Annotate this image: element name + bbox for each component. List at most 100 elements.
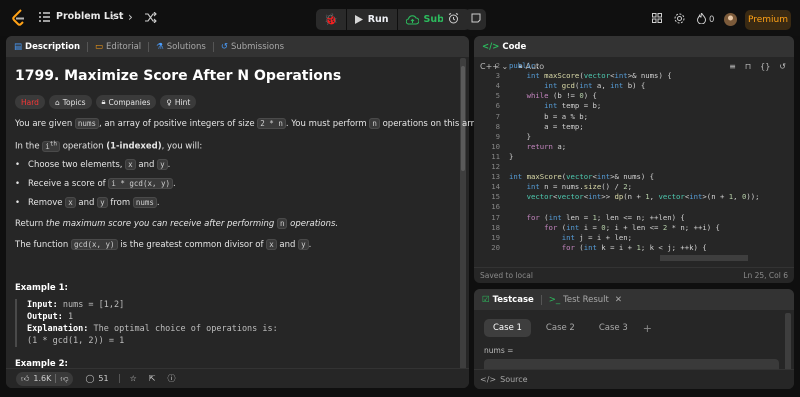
bold-text: (1-indexed) (106, 141, 162, 152)
code-line: while (b != 0) { (526, 91, 597, 101)
lightbulb-icon: ♀ (166, 97, 172, 107)
text: and (75, 198, 98, 208)
cursor-position: Ln 25, Col 6 (743, 271, 788, 280)
nums-input[interactable] (484, 359, 779, 369)
example-1-block: Input: nums = [1,2] Output: 1 Explanatio… (15, 299, 445, 348)
previous-problem-icon[interactable]: ‹ (110, 10, 115, 24)
thumbs-up-icon: 👍︎ (21, 373, 30, 383)
star-icon[interactable]: ☆ (130, 374, 137, 383)
source-bar[interactable]: </> Source (474, 369, 794, 389)
text: from (107, 198, 133, 208)
line-number: 6 (495, 101, 500, 111)
editor-status-bar: Saved to local Ln 25, Col 6 (474, 267, 794, 283)
line-number: 13 (491, 172, 500, 182)
tab-description[interactable]: ▤ Description (14, 42, 80, 52)
run-button[interactable]: Run (347, 9, 397, 30)
settings-icon[interactable] (674, 13, 685, 24)
tag-icon: ⌂ (54, 97, 60, 107)
description-tabs: ▤ Description ▭ Editorial ⚗ Solutions ↺ Subm… (6, 36, 469, 57)
case-2-button[interactable]: Case 2 (537, 319, 584, 337)
intro-paragraph: You are given nums, an array of positive… (15, 118, 486, 129)
inline-code: ith (42, 140, 60, 152)
inline-code: y (298, 239, 309, 250)
code-line: int maxScore(vector<int>& nums) { (509, 172, 655, 182)
document-icon: ▤ (14, 41, 23, 52)
inline-code: x (125, 159, 136, 170)
inline-code: x (266, 239, 277, 250)
topics-tag[interactable]: ⌂ Topics (48, 95, 92, 109)
tab-solutions[interactable]: ⚗ Solutions (156, 42, 206, 52)
line-number: 9 (495, 131, 500, 141)
comment-button[interactable]: ◯ 51 (85, 374, 108, 383)
line-number: 8 (495, 121, 500, 131)
next-problem-icon[interactable]: › (128, 10, 133, 24)
inline-code: 2 * n (257, 118, 286, 129)
premium-button[interactable]: Premium (745, 10, 791, 30)
text: Remove (28, 198, 66, 208)
example-explanation: Explanation: The optimal choice of opera… (27, 323, 445, 335)
line-number: 10 (491, 141, 500, 151)
divider (148, 41, 150, 52)
variable-label: nums = (484, 346, 514, 355)
horizontal-scrollbar[interactable] (660, 255, 748, 261)
case-1-button[interactable]: Case 1 (484, 319, 531, 337)
layout-grid-icon[interactable] (652, 13, 662, 23)
share-icon[interactable]: ⇱ (149, 374, 156, 383)
comment-count: 51 (98, 374, 109, 383)
line-number: 11 (491, 151, 500, 161)
line-number: 18 (491, 222, 500, 232)
scrollbar[interactable] (785, 313, 791, 371)
code-line: for (int len = 1; len <= n; ++len) { (526, 212, 685, 222)
top-bar: Problem List ‹ › 🐞 Run Submit 0 Premium (0, 0, 800, 36)
problem-footer: 👍︎ 1.6K 👎︎ ◯ 51 ☆ ⇱ ⓘ (6, 368, 469, 388)
line-number: 16 (491, 202, 500, 212)
tag-label: Companies (108, 97, 151, 107)
code-tabs: </> Code (474, 36, 794, 57)
inline-code: nums (74, 118, 99, 129)
play-icon (354, 15, 363, 24)
like-button[interactable]: 👍︎ 1.6K 👎︎ (16, 371, 74, 386)
code-editor[interactable]: 2 public: 3 int maxScore(vector<int>& nums… (474, 61, 794, 263)
note-icon (471, 13, 481, 26)
line-number: 3 (495, 71, 500, 81)
code-line: int temp = b; (544, 101, 602, 111)
text: and (276, 240, 299, 250)
tab-testcase[interactable]: ☑ Testcase (482, 295, 534, 305)
inline-code: gcd(x, y) (70, 239, 118, 250)
label: Explanation: (27, 324, 89, 335)
notes-button[interactable] (465, 9, 486, 30)
text: . (156, 198, 160, 208)
leetcode-logo-icon[interactable] (11, 9, 27, 27)
tag-label: Hint (174, 97, 191, 107)
inline-code: n (369, 118, 380, 129)
thumbs-down-icon[interactable]: 👎︎ (60, 374, 68, 384)
close-icon[interactable]: ✕ (615, 295, 622, 305)
hint-tag[interactable]: ♀ Hint (160, 95, 197, 109)
help-icon[interactable]: ⓘ (167, 373, 175, 384)
problem-title[interactable]: 1799. Maximize Score After N Operations (15, 68, 341, 84)
label: Input: (27, 300, 58, 310)
avatar[interactable] (724, 13, 737, 26)
tab-editorial[interactable]: ▭ Editorial (95, 42, 141, 52)
add-case-icon[interactable]: + (643, 322, 652, 335)
example-1-title: Example 1: (15, 283, 68, 293)
code-line: int maxScore(vector<int>& nums) { (526, 71, 672, 81)
italic-text: the maximum score you can receive after … (45, 219, 277, 229)
debug-button[interactable]: 🐞 (316, 9, 346, 30)
tab-code[interactable]: </> Code (482, 42, 526, 52)
problem-tags: Hard ⌂ Topics 🔒︎ Companies ♀ Hint (15, 95, 197, 109)
tab-test-result[interactable]: >_ Test Result ✕ (549, 295, 622, 305)
streak-counter[interactable]: 0 (696, 11, 714, 27)
code-line: public: (509, 61, 540, 70)
tab-submissions[interactable]: ↺ Submissions (221, 42, 284, 52)
line-number: 17 (491, 212, 500, 222)
timer-button[interactable] (443, 9, 464, 30)
line-number: 12 (491, 162, 500, 171)
list-item: Receive a score of i * gcd(x, y). (15, 178, 176, 189)
companies-tag[interactable]: 🔒︎ Companies (95, 95, 157, 109)
case-3-button[interactable]: Case 3 (590, 319, 637, 337)
divider (118, 374, 120, 383)
tab-label: Test Result (563, 294, 609, 305)
code-line: int gcd(int a, int b) { (544, 81, 646, 91)
shuffle-icon[interactable] (145, 12, 157, 23)
